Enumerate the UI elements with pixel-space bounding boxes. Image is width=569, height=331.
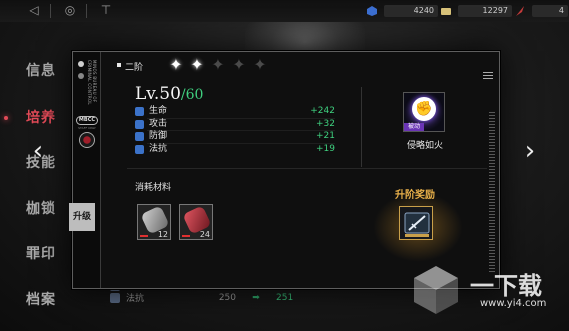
emblem-icon[interactable]: ◎: [62, 3, 78, 17]
strip-caption: MINOS BUREAU OF CRIMINAL CONTROL: [87, 60, 97, 105]
watermark-text: 一下载: [470, 272, 542, 300]
top-divider: [50, 4, 51, 18]
stat-old-value: 250: [218, 292, 236, 303]
stat-value: +242: [310, 106, 335, 116]
magic-resist-icon: [135, 144, 144, 154]
ticket-icon: [441, 8, 451, 15]
level-current: 50: [159, 84, 181, 104]
skill-name: 侵略如火: [406, 141, 443, 151]
level-prefix: Lv.: [135, 84, 160, 104]
top-divider: [86, 4, 87, 18]
resource-tickets[interactable]: 12297: [440, 2, 512, 20]
decorative-barcode: [489, 112, 495, 272]
stat-label: 防御: [149, 131, 168, 141]
stat-list: 生命 +242 攻击 +32 防御 +21 法抗 +19: [135, 105, 335, 155]
stat-value: +21: [316, 131, 335, 141]
reward-item[interactable]: [399, 206, 433, 240]
stat-label: 生命: [149, 106, 168, 116]
stat-row: 生命 +242: [135, 105, 335, 118]
star-empty-icon: ✦: [211, 55, 225, 74]
material-count: 24: [199, 230, 210, 239]
mbcc-badge: MBCC: [76, 116, 98, 125]
material-item[interactable]: 12: [137, 204, 171, 240]
stat-label: 法抗: [149, 143, 168, 154]
site-logo-cube: [414, 266, 458, 314]
skill-tag: 被动: [404, 123, 424, 131]
star-empty-icon: ✦: [253, 55, 267, 74]
rank-stars: ✦ ✦ ✦ ✦ ✦: [167, 56, 269, 74]
rank-up-modal: MINOS BUREAU OF CRIMINAL CONTROL MBCC ST…: [69, 51, 500, 289]
horizontal-divider: [127, 168, 487, 169]
resource-value: 4: [532, 5, 568, 17]
vertical-divider: [361, 87, 362, 167]
upgrade-tab[interactable]: 升级: [69, 203, 95, 231]
star-filled-icon: ✦: [169, 55, 183, 74]
next-arrow-button[interactable]: ›: [518, 136, 542, 166]
shield-icon: [135, 132, 144, 141]
resource-cubes[interactable]: 4240: [366, 2, 438, 20]
menu-lines-icon[interactable]: [483, 72, 493, 80]
bottom-stat-row: 法抗 250 ➡ 251: [110, 291, 316, 304]
stat-label: 攻击: [149, 118, 168, 129]
strip-dot: [78, 73, 84, 79]
strip-subtext: STAFF ONLY: [78, 126, 96, 130]
red-feather-icon: [516, 6, 524, 16]
nav-item-archive[interactable]: 档案: [26, 289, 56, 309]
hierarchy-icon[interactable]: ⊤: [98, 3, 114, 17]
material-rarity-bar: [182, 235, 190, 237]
reward-title: 升阶奖励: [395, 190, 435, 201]
stat-row: 攻击 +32: [135, 117, 335, 131]
material-count: 12: [157, 230, 168, 239]
bureau-emblem-icon: [79, 132, 95, 148]
top-bar: ◁ ◎ ⊤ 4240 12297 4: [0, 0, 569, 22]
nav-item-cultivate[interactable]: 培养: [26, 107, 56, 127]
heart-icon: [135, 107, 144, 116]
star-filled-icon: ✦: [190, 55, 204, 74]
level-display: Lv.50/60: [135, 84, 203, 104]
stat-new-value: 251: [276, 292, 294, 303]
resource-value: 12297: [458, 5, 512, 17]
material-rarity-bar: [140, 235, 148, 237]
sword-emblem-icon: [404, 212, 430, 237]
stat-value: +32: [316, 118, 335, 129]
active-indicator: [4, 116, 8, 120]
watermark-url: www.yi4.com: [480, 298, 547, 309]
modal-side-strip: MINOS BUREAU OF CRIMINAL CONTROL MBCC ST…: [73, 52, 101, 288]
back-icon[interactable]: ◁: [26, 3, 42, 17]
material-item[interactable]: 24: [179, 204, 213, 240]
stat-label: 法抗: [126, 294, 145, 304]
blue-cube-icon: [367, 6, 377, 16]
stat-value: +19: [316, 143, 335, 154]
materials-title: 消耗材料: [135, 183, 172, 193]
rank-label: 二阶: [116, 60, 143, 73]
nav-item-info[interactable]: 信息: [26, 60, 56, 80]
magic-resist-icon: [110, 292, 120, 303]
sword-icon: [135, 119, 144, 129]
star-empty-icon: ✦: [232, 55, 246, 74]
nav-item-sin-mark[interactable]: 罪印: [26, 243, 56, 263]
stat-row: 法抗 +19: [135, 142, 335, 156]
strip-dot: [78, 61, 84, 67]
fist-icon: ✊: [412, 97, 436, 121]
resource-value: 4240: [384, 5, 438, 17]
nav-item-shackles[interactable]: 枷锁: [26, 198, 56, 218]
resource-feathers[interactable]: 4: [514, 2, 568, 20]
level-max: /60: [180, 87, 204, 103]
stat-row: 防御 +21: [135, 130, 335, 143]
passive-skill-card[interactable]: ✊ 被动: [403, 92, 445, 132]
prev-arrow-button[interactable]: ‹: [26, 136, 50, 166]
arrow-right-icon: ➡: [252, 292, 260, 303]
